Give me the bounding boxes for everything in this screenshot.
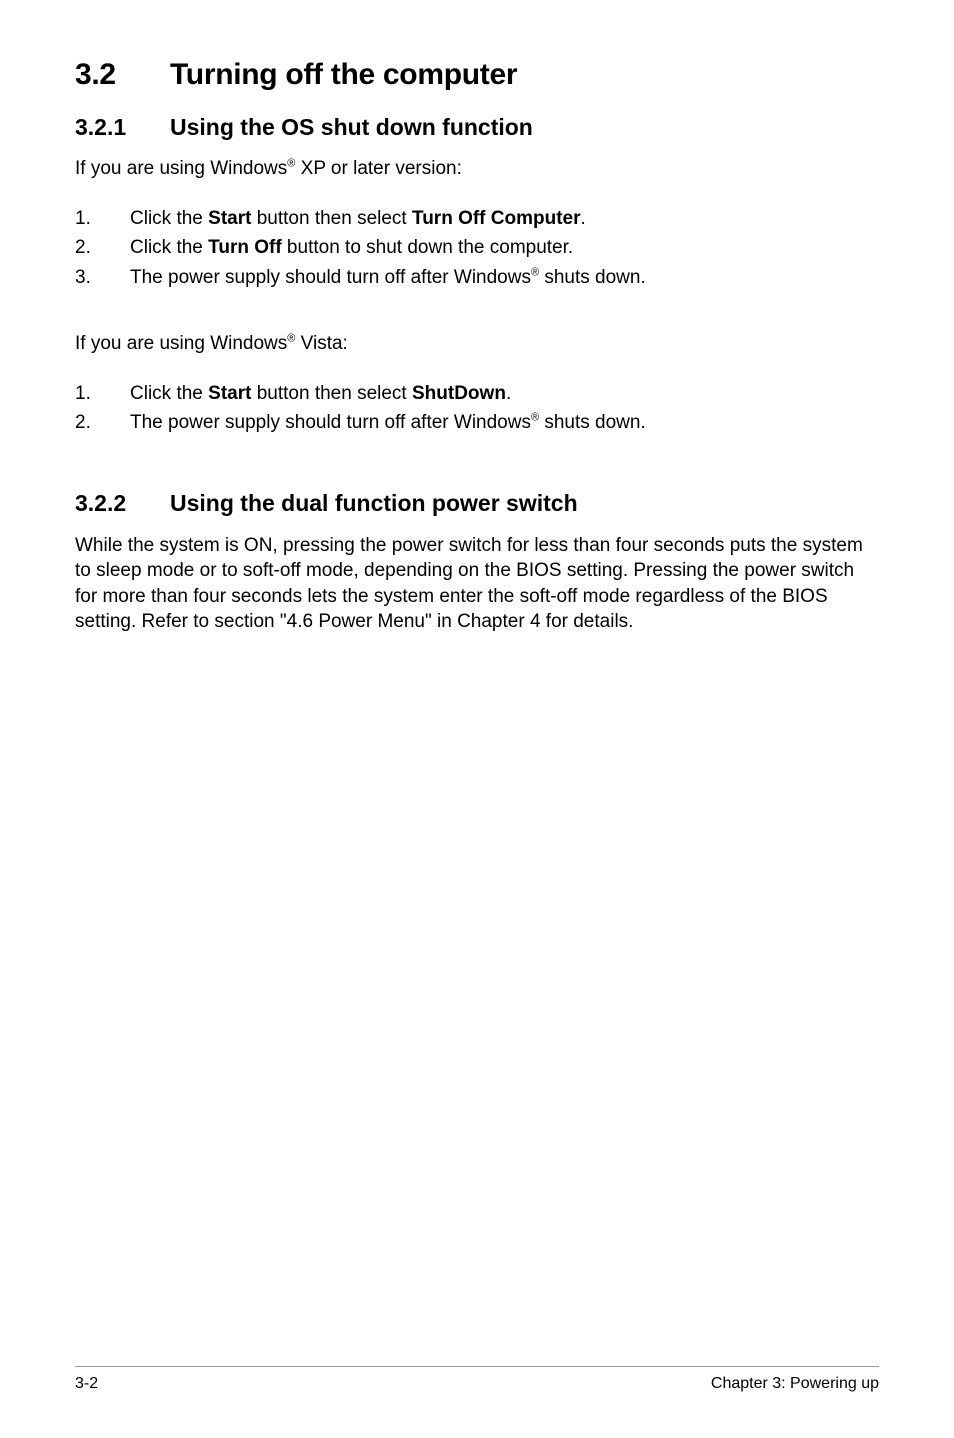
- intro-paragraph: If you are using Windows® Vista:: [75, 332, 879, 357]
- subsection-number: 3.2.1: [75, 114, 170, 141]
- subsection-heading: 3.2.2Using the dual function power switc…: [75, 490, 879, 517]
- list-item: 3. The power supply should turn off afte…: [75, 263, 879, 292]
- list-number: 2.: [75, 408, 91, 437]
- intro-paragraph: If you are using Windows® XP or later ve…: [75, 157, 879, 182]
- list-item: 1. Click the Start button then select Tu…: [75, 204, 879, 233]
- page-footer: 3-2 Chapter 3: Powering up: [75, 1366, 879, 1393]
- list-number: 3.: [75, 263, 91, 292]
- section-title: Turning off the computer: [170, 58, 517, 91]
- subsection-title: Using the OS shut down function: [170, 114, 533, 140]
- list-item: 2. The power supply should turn off afte…: [75, 408, 879, 437]
- subsection-title: Using the dual function power switch: [170, 490, 578, 516]
- section-heading: 3.2Turning off the computer: [75, 58, 879, 92]
- steps-list: 1. Click the Start button then select Tu…: [75, 204, 879, 292]
- subsection-heading: 3.2.1Using the OS shut down function: [75, 114, 879, 141]
- page-number: 3-2: [75, 1375, 98, 1393]
- steps-list: 1. Click the Start button then select Sh…: [75, 379, 879, 438]
- registered-symbol: ®: [531, 412, 539, 424]
- chapter-label: Chapter 3: Powering up: [711, 1375, 879, 1393]
- body-paragraph: While the system is ON, pressing the pow…: [75, 533, 879, 636]
- list-item: 1. Click the Start button then select Sh…: [75, 379, 879, 408]
- section-number: 3.2: [75, 58, 170, 92]
- list-item: 2. Click the Turn Off button to shut dow…: [75, 233, 879, 262]
- registered-symbol: ®: [531, 266, 539, 278]
- list-number: 2.: [75, 233, 91, 262]
- subsection-number: 3.2.2: [75, 490, 170, 517]
- list-number: 1.: [75, 379, 91, 408]
- list-number: 1.: [75, 204, 91, 233]
